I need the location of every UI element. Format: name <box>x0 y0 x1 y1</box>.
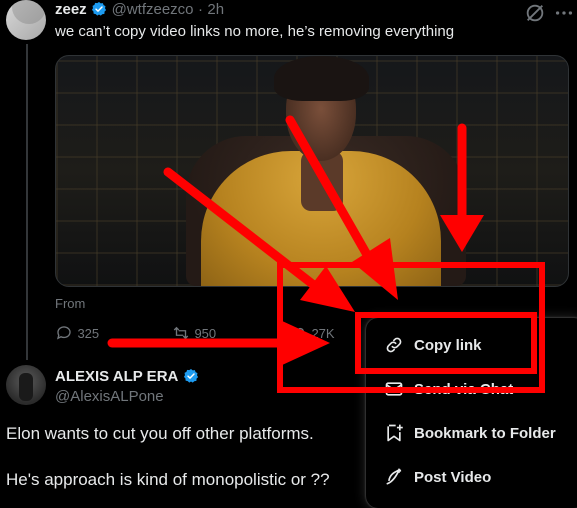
arrow-4-head <box>280 320 330 366</box>
arrow-3-head <box>440 215 484 252</box>
arrow-2-head <box>300 266 355 312</box>
arrow-2-shaft <box>163 167 320 291</box>
annotation-arrows <box>107 115 484 366</box>
arrow-1-shaft <box>285 115 375 265</box>
